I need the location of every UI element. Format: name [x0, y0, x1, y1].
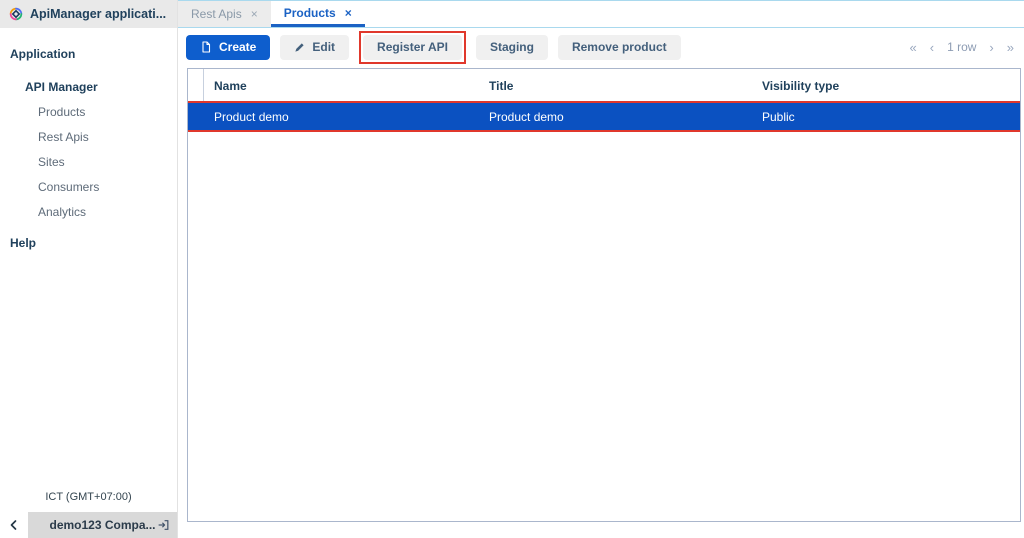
- register-api-button[interactable]: Register API: [363, 35, 462, 60]
- table-header-row: Name Title Visibility type: [188, 69, 1020, 103]
- sidebar-item-rest-apis[interactable]: Rest Apis: [0, 125, 177, 150]
- sidebar-item-products[interactable]: Products: [0, 100, 177, 125]
- last-page-button[interactable]: »: [1007, 40, 1014, 55]
- table-row-product-demo[interactable]: Product demo Product demo Public: [188, 103, 1020, 130]
- edit-button-label: Edit: [312, 40, 335, 54]
- toolbar: Create Edit Register API Staging Re: [178, 28, 1024, 66]
- row-count-label: 1 row: [947, 40, 976, 54]
- sidebar-item-sites[interactable]: Sites: [0, 150, 177, 175]
- column-header-name[interactable]: Name: [204, 79, 479, 93]
- tab-products[interactable]: Products ×: [271, 1, 365, 27]
- pagination: « ‹ 1 row › »: [910, 40, 1015, 55]
- logout-icon: [157, 519, 170, 532]
- register-api-button-label: Register API: [377, 40, 448, 54]
- tab-rest-apis[interactable]: Rest Apis ×: [178, 1, 271, 27]
- products-table-panel: Name Title Visibility type Product demo …: [187, 68, 1021, 522]
- chevron-left-icon: [8, 519, 20, 531]
- org-menu[interactable]: demo123 Compa...: [28, 512, 177, 538]
- sidebar-collapse-button[interactable]: [0, 512, 28, 538]
- timezone-label: ICT (GMT+07:00): [0, 491, 177, 503]
- sidebar-item-consumers[interactable]: Consumers: [0, 175, 177, 200]
- sidebar-footer: ICT (GMT+07:00) demo123 Compa...: [0, 491, 177, 538]
- sidebar-header: ApiManager applicati...: [0, 0, 177, 28]
- create-button-label: Create: [219, 40, 256, 54]
- select-column-header: [188, 69, 204, 102]
- tab-strip: Rest Apis × Products ×: [178, 0, 1024, 28]
- edit-button[interactable]: Edit: [280, 35, 349, 60]
- annotation-highlight-register-api: Register API: [359, 31, 466, 64]
- app-title: ApiManager applicati...: [30, 7, 166, 21]
- cell-title: Product demo: [479, 110, 752, 124]
- close-icon[interactable]: ×: [251, 8, 258, 20]
- sidebar-section-application[interactable]: Application: [0, 42, 177, 66]
- column-header-title[interactable]: Title: [479, 79, 752, 93]
- logout-button[interactable]: [157, 519, 170, 532]
- edit-pencil-icon: [294, 42, 305, 53]
- tab-label: Products: [284, 6, 336, 20]
- org-bar: demo123 Compa...: [0, 512, 177, 538]
- tab-label: Rest Apis: [191, 7, 242, 21]
- column-header-visibility-type[interactable]: Visibility type: [752, 79, 1020, 93]
- remove-product-button[interactable]: Remove product: [558, 35, 681, 60]
- sidebar-group-api-manager[interactable]: API Manager: [0, 74, 177, 100]
- create-button[interactable]: Create: [186, 35, 270, 60]
- cell-visibility: Public: [752, 110, 1020, 124]
- sidebar-section-help[interactable]: Help: [0, 231, 177, 255]
- prev-page-button[interactable]: ‹: [930, 40, 934, 55]
- cell-name: Product demo: [204, 110, 479, 124]
- remove-product-button-label: Remove product: [572, 40, 667, 54]
- first-page-button[interactable]: «: [910, 40, 917, 55]
- create-file-icon: [200, 41, 212, 53]
- staging-button[interactable]: Staging: [476, 35, 548, 60]
- app-window: ApiManager applicati... Application API …: [0, 0, 1024, 538]
- sidebar-nav: Application API Manager Products Rest Ap…: [0, 28, 177, 255]
- app-logo-icon: [8, 6, 24, 22]
- org-name-label: demo123 Compa...: [49, 518, 155, 532]
- close-icon[interactable]: ×: [345, 7, 352, 19]
- sidebar: ApiManager applicati... Application API …: [0, 0, 178, 538]
- sidebar-item-analytics[interactable]: Analytics: [0, 200, 177, 225]
- next-page-button[interactable]: ›: [989, 40, 993, 55]
- staging-button-label: Staging: [490, 40, 534, 54]
- main-area: Rest Apis × Products × Create: [178, 0, 1024, 538]
